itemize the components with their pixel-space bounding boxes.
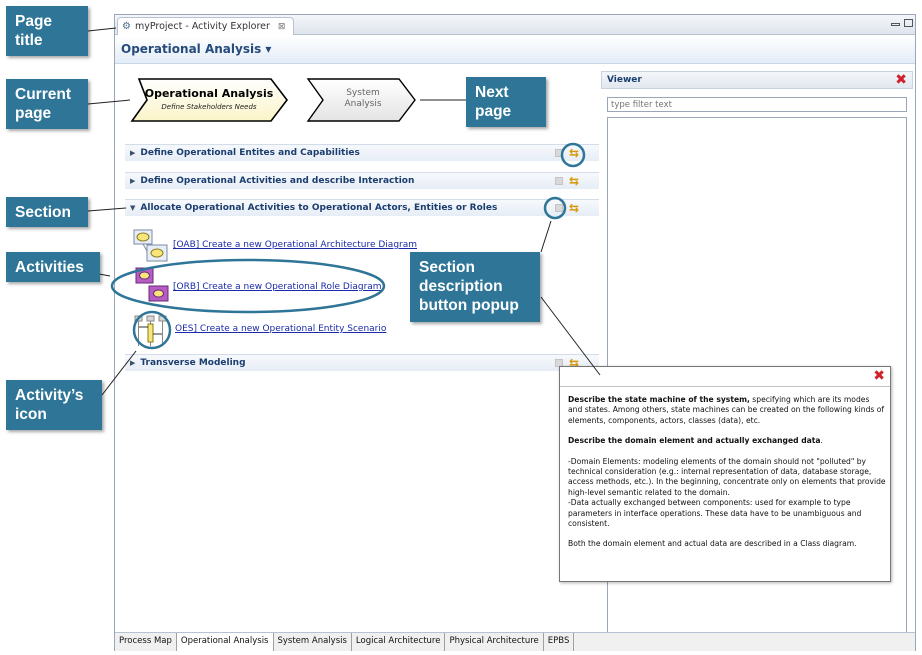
popup-p2-bold: Describe the domain element and actually… bbox=[568, 436, 821, 446]
viewer-header: Viewer ✖ bbox=[601, 71, 913, 89]
tab-physical-architecture[interactable]: Physical Architecture bbox=[445, 633, 544, 651]
editor-tab-bar: ⚙ myProject - Activity Explorer ⊠ bbox=[115, 15, 915, 35]
nav-current-subtitle: Define Stakeholders Needs bbox=[161, 103, 257, 111]
close-icon[interactable]: ✖ bbox=[895, 72, 907, 88]
chevron-down-icon[interactable]: ▼ bbox=[130, 204, 135, 212]
section-help-icon[interactable]: ⇆ bbox=[569, 175, 579, 187]
activity-oes-link[interactable]: OES] Create a new Operational Entity Sce… bbox=[175, 324, 386, 334]
tab-operational-analysis[interactable]: Operational Analysis bbox=[176, 633, 274, 651]
section-toggle-box[interactable] bbox=[555, 177, 563, 185]
nav-next-line1: System bbox=[346, 88, 380, 98]
maximize-icon[interactable] bbox=[904, 19, 913, 27]
nav-next-line2: Analysis bbox=[344, 99, 382, 109]
section-allocate-activities[interactable]: ▼ Allocate Operational Activities to Ope… bbox=[125, 199, 599, 216]
activity-explorer-icon: ⚙ bbox=[122, 21, 131, 32]
nav-arrow-shape bbox=[130, 78, 289, 122]
section-toggle-box[interactable] bbox=[555, 149, 563, 157]
callout-section: Section bbox=[6, 197, 88, 227]
section-define-entities[interactable]: ▶ Define Operational Entites and Capabil… bbox=[125, 144, 599, 161]
popup-p1-bold: Describe the state machine of the system… bbox=[568, 395, 750, 404]
tab-epbs[interactable]: EPBS bbox=[544, 633, 575, 651]
editor-tab[interactable]: ⚙ myProject - Activity Explorer ⊠ bbox=[117, 17, 295, 35]
callout-next-page: Next page bbox=[466, 77, 546, 127]
section-title: Define Operational Entites and Capabilit… bbox=[140, 148, 360, 158]
nav-current-page[interactable]: Operational Analysis Define Stakeholders… bbox=[129, 76, 291, 124]
chevron-right-icon[interactable]: ▶ bbox=[130, 177, 135, 185]
callout-section-popup: Section description button popup bbox=[410, 252, 540, 322]
popup-body: Describe the state machine of the system… bbox=[568, 395, 886, 550]
oab-diagram-icon bbox=[133, 229, 169, 263]
section-help-icon[interactable]: ⇆ bbox=[569, 202, 579, 214]
section-define-activities[interactable]: ▶ Define Operational Activities and desc… bbox=[125, 172, 599, 189]
close-icon[interactable]: ✖ bbox=[873, 368, 885, 384]
popup-p5-text: Both the domain element and actual data … bbox=[568, 539, 857, 549]
page-header: Operational Analysis ▾ bbox=[115, 36, 915, 64]
tab-system-analysis[interactable]: System Analysis bbox=[274, 633, 352, 651]
editor-tab-label: myProject - Activity Explorer bbox=[134, 21, 270, 32]
section-title: Define Operational Activities and descri… bbox=[140, 176, 415, 186]
section-help-icon[interactable]: ⇆ bbox=[569, 147, 579, 159]
callout-activity-icon: Activity’s icon bbox=[6, 380, 102, 430]
page-title[interactable]: Operational Analysis ▾ bbox=[121, 42, 271, 56]
viewer-title: Viewer bbox=[607, 75, 642, 85]
section-description-popup: ✖ Describe the state machine of the syst… bbox=[559, 366, 891, 582]
popup-p3-text: -Domain Elements: modeling elements of t… bbox=[568, 456, 886, 497]
tab-logical-architecture[interactable]: Logical Architecture bbox=[352, 633, 446, 651]
callout-current-page: Current page bbox=[6, 79, 88, 129]
chevron-right-icon[interactable]: ▶ bbox=[130, 359, 135, 367]
section-toggle-box[interactable] bbox=[555, 204, 563, 212]
callout-activities: Activities bbox=[6, 252, 100, 282]
popup-p2-text: . bbox=[820, 436, 823, 446]
section-title: Transverse Modeling bbox=[140, 358, 246, 368]
nav-current-title: Operational Analysis bbox=[144, 87, 274, 100]
nav-next-page[interactable]: System Analysis bbox=[305, 76, 419, 124]
activity-orb-link[interactable]: [ORB] Create a new Operational Role Diag… bbox=[173, 282, 382, 292]
viewer-filter-input[interactable] bbox=[607, 97, 907, 112]
section-title: Allocate Operational Activities to Opera… bbox=[140, 203, 498, 213]
tab-close-icon[interactable]: ⊠ bbox=[278, 22, 286, 32]
page-tab-bar: Process Map Operational Analysis System … bbox=[115, 632, 915, 651]
section-transverse-modeling[interactable]: ▶ Transverse Modeling bbox=[125, 354, 599, 371]
oes-scenario-icon bbox=[133, 314, 169, 348]
activity-oab-link[interactable]: [OAB] Create a new Operational Architect… bbox=[173, 240, 417, 250]
orb-diagram-icon bbox=[135, 267, 171, 303]
tab-process-map[interactable]: Process Map bbox=[115, 633, 177, 651]
popup-header: ✖ bbox=[560, 367, 890, 387]
callout-page-title: Page title bbox=[6, 6, 88, 56]
chevron-right-icon[interactable]: ▶ bbox=[130, 149, 135, 157]
minimize-icon[interactable] bbox=[891, 23, 900, 26]
popup-p4-text: -Data actually exchanged between compone… bbox=[568, 498, 862, 529]
